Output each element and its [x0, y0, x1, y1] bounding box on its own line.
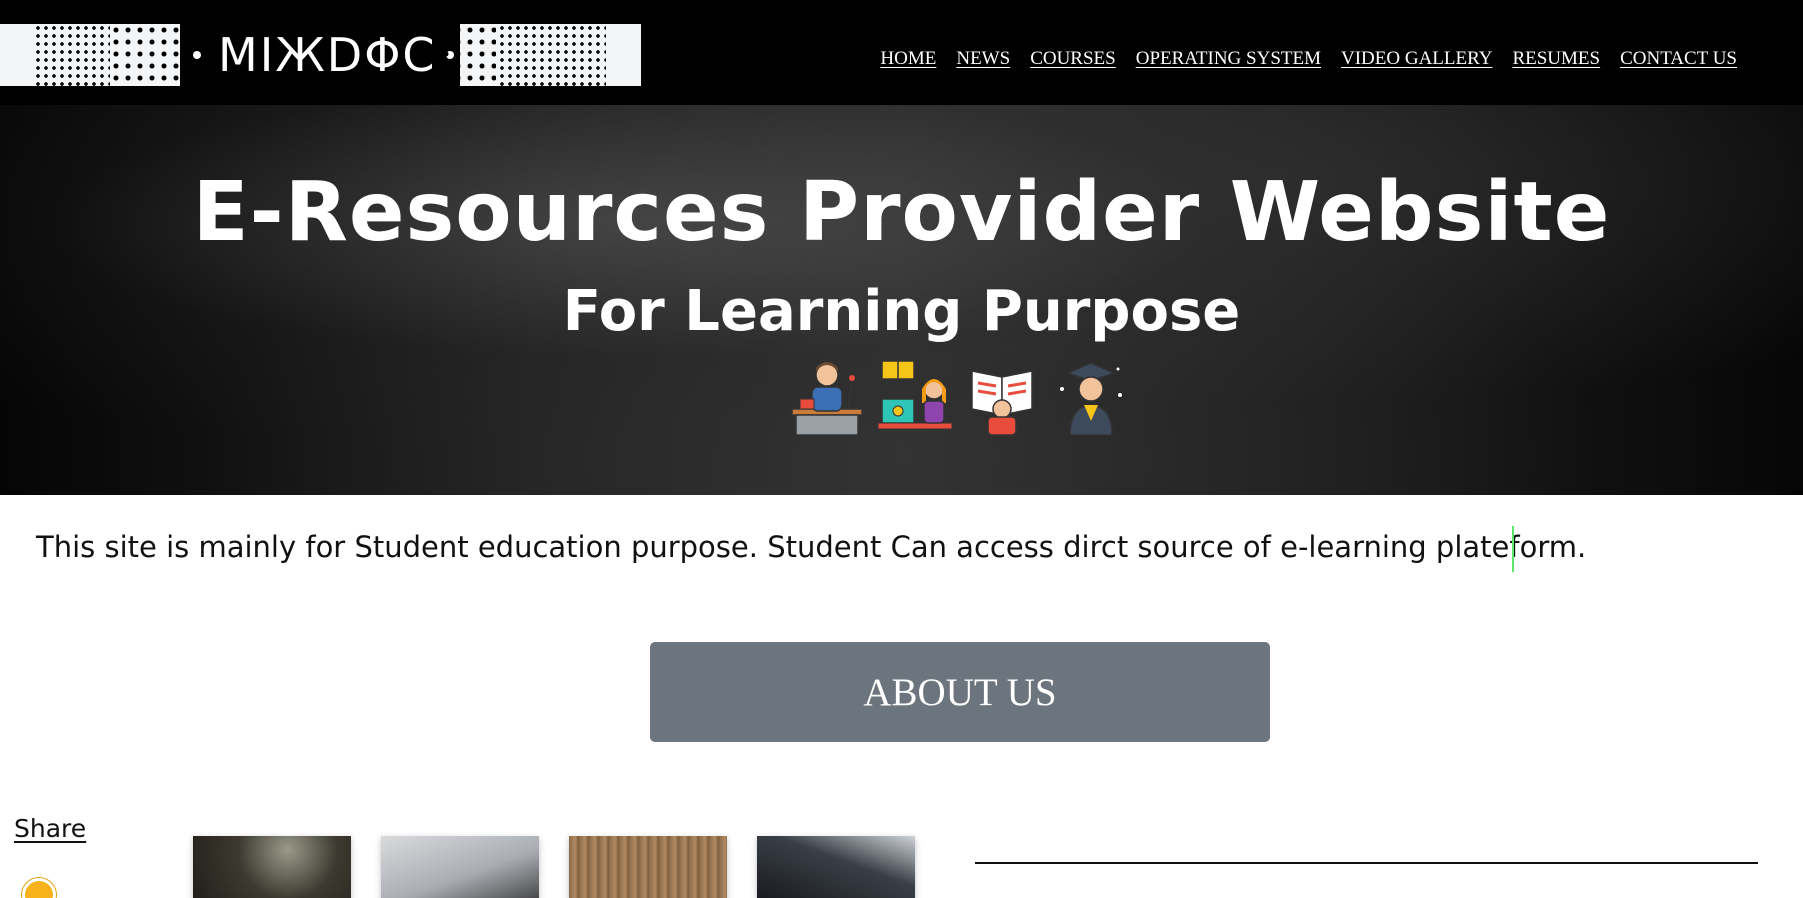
share-link[interactable]: Share — [14, 814, 86, 843]
nav-link-home[interactable]: HOME — [880, 48, 936, 70]
intro-text: This site is mainly for Student educatio… — [36, 530, 1587, 564]
typing-cursor — [1512, 526, 1514, 572]
nav-link-video-gallery[interactable]: VIDEO GALLERY — [1341, 48, 1492, 70]
graduate-icon — [1060, 362, 1122, 436]
logo-pattern-sparse-left — [110, 24, 180, 86]
teacher-at-desk-icon — [791, 362, 863, 436]
hero-subtitle: For Learning Purpose — [562, 279, 1241, 344]
logo-pattern-sparse-right — [440, 24, 496, 86]
gallery-thumbnail[interactable] — [569, 836, 727, 898]
nav-link-resumes[interactable]: RESUMES — [1512, 48, 1600, 70]
logo-text: MIЖDΦC — [218, 28, 437, 82]
hero-banner: E-Resources Provider Website For Learnin… — [0, 105, 1803, 495]
gallery-thumbnail[interactable] — [381, 836, 539, 898]
logo-dot — [193, 51, 201, 59]
nav-link-contact-us[interactable]: CONTACT US — [1620, 48, 1737, 70]
section-divider — [975, 862, 1758, 864]
nav-link-courses[interactable]: COURSES — [1030, 48, 1116, 70]
nav-link-news[interactable]: NEWS — [956, 48, 1010, 70]
gallery-thumbnail[interactable] — [193, 836, 351, 898]
phone-icon[interactable] — [22, 878, 56, 898]
gallery-thumbnail[interactable] — [757, 836, 915, 898]
top-navbar: MIЖDΦC HOME NEWS COURSES OPERATING SYSTE… — [0, 0, 1803, 105]
online-learning-icon — [878, 360, 952, 430]
logo-pattern-left — [34, 24, 110, 86]
hero-title: E-Resources Provider Website — [192, 165, 1611, 260]
main-nav: HOME NEWS COURSES OPERATING SYSTEM VIDEO… — [880, 48, 1737, 70]
about-us-button[interactable]: ABOUT US — [650, 642, 1270, 742]
hero-illustrations — [790, 357, 1128, 437]
logo-pattern-right — [498, 24, 606, 86]
site-logo[interactable]: MIЖDΦC — [0, 24, 641, 86]
nav-link-operating-system[interactable]: OPERATING SYSTEM — [1136, 48, 1321, 70]
student-reading-icon — [971, 370, 1033, 436]
